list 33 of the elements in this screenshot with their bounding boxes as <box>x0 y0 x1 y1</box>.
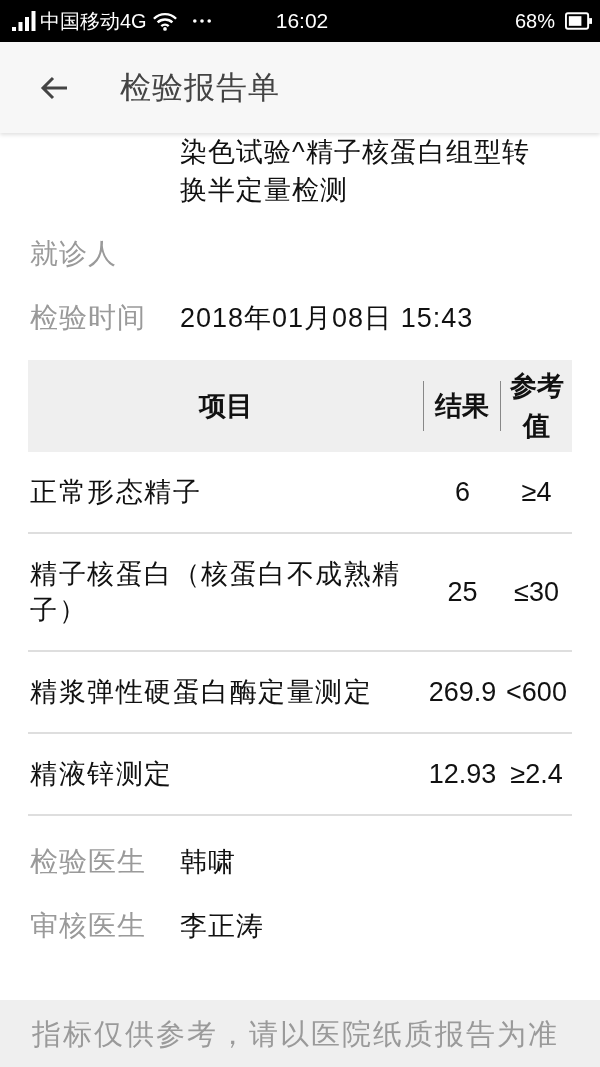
disclaimer-text: 指标仅供参考，请以医院纸质报告为准 <box>32 1016 559 1052</box>
back-arrow-icon[interactable] <box>40 75 68 100</box>
table-cell-text: ≤30 <box>514 576 559 609</box>
signal-icon <box>12 11 36 31</box>
field-value: 韩啸 <box>180 846 236 879</box>
field-label: 就诊人 <box>30 238 117 269</box>
field-value: 染色试验^精子核蛋白组型转换半定量检测 <box>180 136 531 207</box>
wifi-icon <box>152 11 177 31</box>
table-cell-text: <600 <box>506 676 567 709</box>
field-label: 审核医生 <box>30 910 146 941</box>
battery-icon <box>565 12 592 30</box>
clock-text: 16:02 <box>275 9 329 33</box>
carrier-text: 中国移动4G <box>40 9 147 33</box>
page-title: 检验报告单 <box>120 68 280 107</box>
table-cell-text: 精子核蛋白（核蛋白不成熟精子） <box>29 558 402 627</box>
field-label: 检验时间 <box>30 302 146 333</box>
column-header: 参考值 <box>508 370 565 443</box>
battery-percent-text: 68% <box>514 9 555 33</box>
field-value: 李正涛 <box>180 910 264 943</box>
table-cell-text: 25 <box>447 576 478 609</box>
column-header: 项目 <box>198 390 253 423</box>
column-header: 结果 <box>435 390 489 423</box>
table-cell-text: 12.93 <box>428 758 497 791</box>
table-cell-text: 精液锌测定 <box>29 758 173 791</box>
table-cell-text: 正常形态精子 <box>29 476 201 509</box>
table-cell-text: ≥4 <box>521 476 552 509</box>
field-value: 2018年01月08日 15:43 <box>180 302 474 335</box>
table-cell-text: 6 <box>455 476 470 509</box>
table-cell-text: 精浆弹性硬蛋白酶定量测定 <box>29 676 372 709</box>
table-cell-text: ≥2.4 <box>510 758 563 791</box>
field-label: 检验医生 <box>30 846 146 877</box>
more-dots-icon <box>192 19 211 23</box>
table-cell-text: 269.9 <box>428 676 497 709</box>
